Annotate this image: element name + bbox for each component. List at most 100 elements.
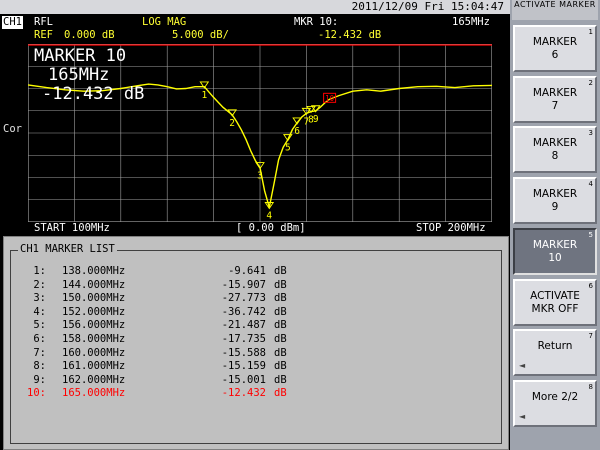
marker-frequency: 144.000MHz — [62, 278, 126, 291]
analyzer-screen: CH1 RFL LOG MAG MKR 10: 165MHz REF 0.000… — [0, 14, 510, 450]
softkey-arrow-icon: ◄ — [519, 411, 526, 421]
softkey-3[interactable]: 3 MARKER 8 — [513, 126, 597, 174]
softkey-2[interactable]: 2 MARKER 7 — [513, 75, 597, 123]
measurement-label: RFL — [34, 16, 53, 28]
marker-list-panel: CH1 MARKER LIST 1: 138.000MHz -9.641 dB 2: 14… — [3, 236, 509, 450]
marker-readout-value: -12.432 dB — [42, 84, 145, 104]
marker-unit: dB — [274, 360, 287, 373]
source-power: [ 0.00 dBm] — [236, 222, 306, 234]
marker-label-6: 6 — [294, 126, 300, 137]
marker-label-4: 4 — [266, 211, 272, 222]
softkey-label: MARKER 6 — [532, 36, 578, 61]
softkey-number: 1 — [588, 28, 593, 36]
marker-number: 2: — [33, 278, 46, 291]
stop-frequency: STOP 200MHz — [416, 222, 486, 234]
trace-header-line-2: REF 0.000 dB 5.000 dB/ -12.432 dB — [0, 29, 510, 42]
softkey-label: Return — [537, 340, 573, 353]
format-label: LOG MAG — [142, 16, 187, 28]
marker-unit: dB — [274, 265, 287, 277]
marker-frequency: 152.000MHz — [62, 305, 126, 318]
marker-list-title: CH1 MARKER LIST — [18, 243, 117, 255]
marker-frequency: 150.000MHz — [62, 292, 126, 305]
marker-number: 10: — [27, 387, 46, 400]
softkey-number: 3 — [588, 129, 593, 138]
marker-number: 8: — [33, 360, 46, 373]
marker-label-9: 9 — [313, 114, 319, 125]
marker-unit: dB — [274, 333, 287, 345]
marker-number: 5: — [33, 319, 46, 332]
softkey-7[interactable]: 7 Return ◄ — [513, 329, 597, 377]
marker-label-10: 10 — [325, 94, 335, 103]
ref-value: 0.000 dB — [64, 29, 115, 41]
softkey-number: 5 — [588, 230, 593, 239]
marker-number: 4: — [33, 305, 46, 318]
marker-label-3: 3 — [257, 171, 263, 182]
marker-number: 9: — [33, 373, 46, 386]
marker-unit: dB — [274, 292, 287, 305]
marker-value: -27.773 — [221, 292, 266, 305]
marker-frequency: 158.000MHz — [62, 333, 126, 345]
marker-readout-title: MARKER 10 — [34, 46, 127, 66]
datetime: 2011/12/09 Fri 15:04:47 — [351, 0, 504, 13]
marker-unit: dB — [274, 305, 287, 318]
marker-number: 7: — [33, 346, 46, 359]
softkey-label: More 2/2 — [531, 390, 579, 403]
softkey-number: 6 — [588, 281, 593, 290]
softkey-label: MARKER 10 — [532, 238, 578, 264]
marker-unit: dB — [274, 319, 287, 332]
marker-value: -21.487 — [221, 319, 266, 332]
marker-label-5: 5 — [285, 143, 291, 154]
marker-unit: dB — [274, 278, 287, 291]
marker-value: -9.641 — [228, 265, 266, 277]
softkey-label: MARKER 7 — [532, 86, 578, 112]
marker-frequency: 156.000MHz — [62, 319, 126, 332]
marker-frequency: 165.000MHz — [62, 387, 126, 400]
softkey-label: ACTIVATE MKR OFF — [530, 289, 580, 315]
marker-unit: dB — [274, 373, 287, 386]
status-bar: 2011/12/09 Fri 15:04:47 — [0, 0, 510, 14]
marker-value: -12.432 — [221, 387, 266, 400]
marker-label-1: 1 — [201, 90, 207, 101]
marker-value: -17.735 — [221, 333, 266, 345]
marker-value: -36.742 — [221, 305, 266, 318]
marker-frequency: 161.000MHz — [62, 360, 126, 373]
marker-readout: MARKER 10 165MHz -12.432 dB — [34, 47, 144, 104]
softkey-8[interactable]: 8 More 2/2 ◄ — [513, 379, 597, 427]
softkey-6[interactable]: 6 ACTIVATE MKR OFF — [513, 278, 597, 326]
marker-header-value: -12.432 dB — [318, 29, 382, 41]
softkey-number: 7 — [588, 332, 593, 341]
marker-value: -15.588 — [221, 346, 266, 359]
marker-frequency: 160.000MHz — [62, 346, 126, 359]
softkey-label: MARKER 8 — [532, 137, 578, 163]
marker-readout-freq: 165MHz — [48, 65, 110, 85]
marker-unit: dB — [274, 387, 287, 400]
marker-value: -15.159 — [221, 360, 266, 373]
marker-value: -15.907 — [221, 278, 266, 291]
softkey-number: 8 — [588, 382, 593, 391]
ref-label: REF — [34, 29, 53, 41]
start-frequency: START 100MHz — [34, 222, 110, 234]
softkey-menu-title: ACTIVATE MARKER — [512, 0, 598, 20]
trace-footer: START 100MHz [ 0.00 dBm] STOP 200MHz — [0, 222, 510, 235]
marker-number: 3: — [33, 292, 46, 305]
softkey-4[interactable]: 4 MARKER 9 — [513, 177, 597, 225]
softkey-number: 4 — [588, 180, 593, 189]
marker-frequency: 162.000MHz — [62, 373, 126, 386]
softkey-menu-title-text: ACTIVATE MARKER — [514, 0, 596, 9]
marker-header-freq: 165MHz — [452, 16, 490, 28]
correction-indicator: Cor — [3, 123, 22, 135]
softkey-1[interactable]: 1 MARKER 6 — [513, 25, 597, 72]
channel-badge[interactable]: CH1 — [2, 16, 23, 29]
softkey-label: MARKER 9 — [532, 188, 578, 214]
marker-number: 6: — [33, 333, 46, 345]
trace-header-line-1: CH1 RFL LOG MAG MKR 10: 165MHz — [0, 16, 510, 29]
softkey-panel: ACTIVATE MARKER 1 MARKER 6 2 MARKER 7 3 MARKE… — [510, 0, 600, 450]
marker-unit: dB — [274, 346, 287, 359]
scale-value: 5.000 dB/ — [172, 29, 229, 41]
softkey-number: 2 — [588, 78, 593, 87]
marker-number: 1: — [33, 265, 46, 277]
marker-value: -15.001 — [221, 373, 266, 386]
marker-frequency: 138.000MHz — [62, 265, 126, 277]
softkey-5[interactable]: 5 MARKER 10 — [513, 227, 597, 275]
marker-label-2: 2 — [229, 118, 235, 129]
